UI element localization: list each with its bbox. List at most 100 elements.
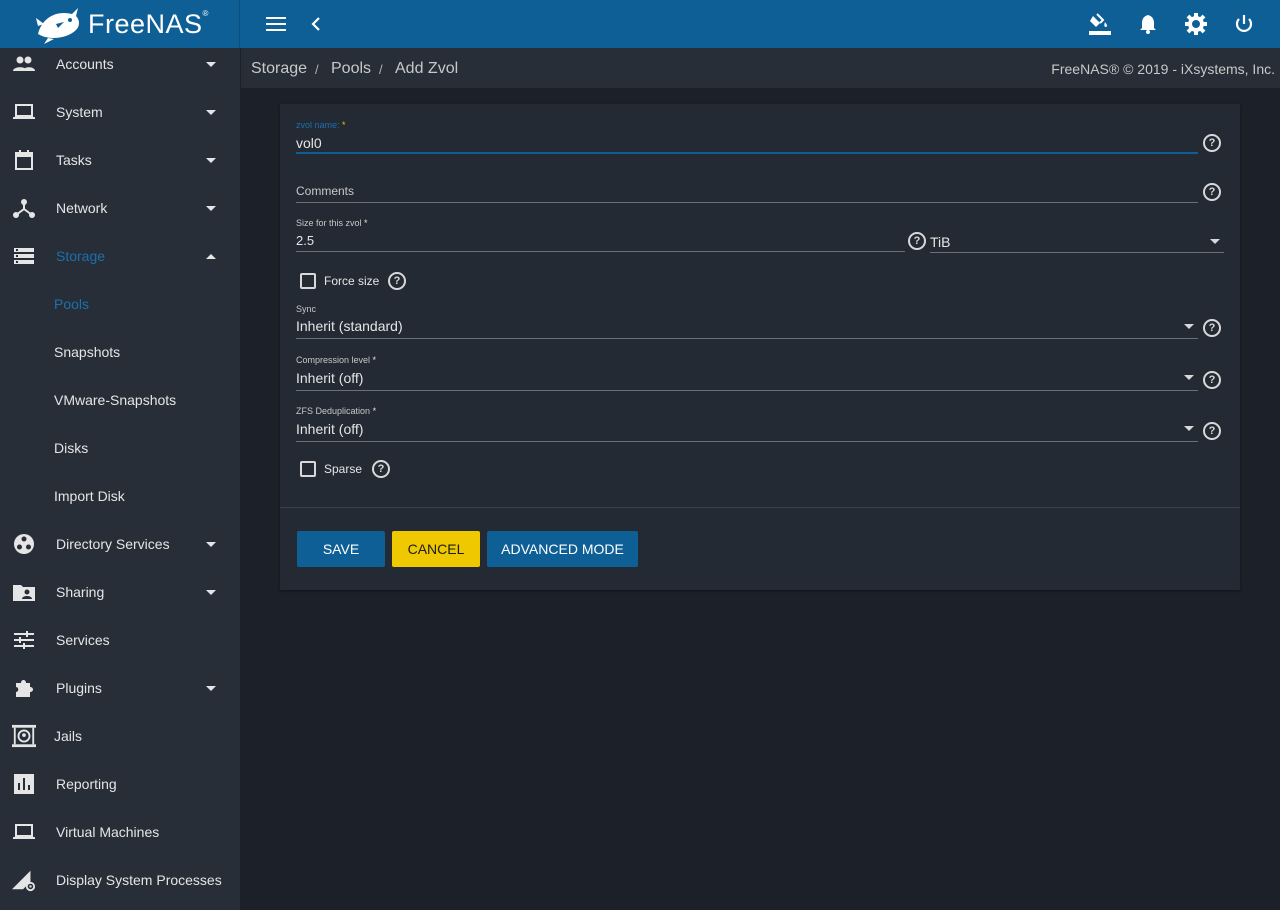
folder-shared-icon <box>12 580 36 604</box>
sidebar-subitem-disks[interactable]: Disks <box>0 424 240 472</box>
add-zvol-form: zvol name: * vol0 ? Comments ? Size for … <box>280 104 1240 590</box>
sidebar-subitem-vmware-snapshots[interactable]: VMware-Snapshots <box>0 376 240 424</box>
sidebar-item-reporting[interactable]: Reporting <box>0 760 240 808</box>
menu-icon[interactable] <box>264 12 288 36</box>
help-icon[interactable]: ? <box>372 460 390 478</box>
comments-input[interactable]: Comments <box>296 184 354 198</box>
size-unit-select[interactable]: TiB <box>930 234 950 250</box>
sidebar-item-label: Network <box>56 200 108 216</box>
processes-icon <box>12 868 36 892</box>
advanced-mode-button[interactable]: ADVANCED MODE <box>487 531 638 567</box>
people-icon <box>12 52 36 76</box>
sidebar-item-display-system-processes[interactable]: Display System Processes <box>0 856 240 904</box>
form-divider <box>280 507 1240 508</box>
sidebar-item-label: Display System Processes <box>56 872 222 888</box>
help-icon[interactable]: ? <box>1203 183 1221 201</box>
jail-icon <box>12 724 36 748</box>
breadcrumb-pools[interactable]: Pools <box>331 60 371 78</box>
breadcrumb-storage[interactable]: Storage <box>251 60 307 78</box>
caret-down-icon <box>206 157 216 163</box>
help-icon[interactable]: ? <box>1203 134 1221 152</box>
theme-paint-icon[interactable] <box>1088 12 1112 36</box>
sidebar-subitem-label: Pools <box>54 296 90 312</box>
sidebar-item-tasks[interactable]: Tasks <box>0 136 240 184</box>
sync-select[interactable]: Inherit (standard) <box>296 318 403 334</box>
save-button[interactable]: SAVE <box>297 531 385 567</box>
chevron-down-icon[interactable] <box>1210 239 1220 244</box>
sparse-label: Sparse <box>324 462 363 476</box>
compression-label: Compression level * <box>296 355 377 365</box>
force-size-label: Force size <box>324 274 380 288</box>
caret-down-icon <box>206 109 216 115</box>
sidebar-subitem-label: Disks <box>54 440 89 456</box>
sidebar-item-label: Accounts <box>56 56 114 72</box>
sidebar-item-system[interactable]: System <box>0 88 240 136</box>
chevron-down-icon[interactable] <box>1184 426 1194 431</box>
sidebar-item-virtual-machines[interactable]: Virtual Machines <box>0 808 240 856</box>
laptop-icon <box>12 100 36 124</box>
chevron-down-icon[interactable] <box>1184 324 1194 329</box>
sidebar-subitem-label: VMware-Snapshots <box>54 392 177 408</box>
sidebar-item-label: Services <box>56 632 110 648</box>
dedup-label: ZFS Deduplication * <box>296 406 377 416</box>
logo[interactable]: FreeNAS® <box>0 0 240 48</box>
chevron-left-icon[interactable] <box>304 12 328 36</box>
computer-icon <box>12 820 36 844</box>
help-icon[interactable]: ? <box>908 232 926 250</box>
caret-up-icon <box>206 253 216 259</box>
sparse-checkbox[interactable] <box>300 461 316 477</box>
sidebar-item-network[interactable]: Network <box>0 184 240 232</box>
size-underline <box>296 251 905 252</box>
calendar-icon <box>12 148 36 172</box>
compression-select[interactable]: Inherit (off) <box>296 370 363 386</box>
sidebar-item-label: System <box>56 104 103 120</box>
dedup-underline <box>296 441 1198 442</box>
caret-down-icon <box>206 541 216 547</box>
help-icon[interactable]: ? <box>1203 319 1221 337</box>
sidebar-subitem-snapshots[interactable]: Snapshots <box>0 328 240 376</box>
sidebar-item-directory-services[interactable]: Directory Services <box>0 520 240 568</box>
freenas-logo-icon <box>36 8 79 44</box>
sidebar-item-accounts[interactable]: Accounts <box>0 48 240 88</box>
chevron-down-icon[interactable] <box>1184 375 1194 380</box>
breadcrumb-current: Add Zvol <box>395 60 459 77</box>
sidebar-item-plugins[interactable]: Plugins <box>0 664 240 712</box>
sidebar-subitem-label: Import Disk <box>54 488 125 504</box>
zvol-name-input[interactable]: vol0 <box>296 135 322 151</box>
bell-icon[interactable] <box>1136 12 1160 36</box>
logo-text: FreeNAS® <box>88 8 209 39</box>
gear-icon[interactable] <box>1184 12 1208 36</box>
sidebar-item-label: Jails <box>54 728 83 744</box>
sidebar-item-label: Storage <box>56 248 106 264</box>
cancel-button[interactable]: CANCEL <box>392 531 480 567</box>
top-bar: FreeNAS® <box>0 0 1280 48</box>
sidebar-subitem-pools[interactable]: Pools <box>0 280 240 328</box>
help-icon[interactable]: ? <box>388 272 406 290</box>
sidebar-subitem-import-disk[interactable]: Import Disk <box>0 472 240 520</box>
size-input[interactable]: 2.5 <box>296 233 314 248</box>
puzzle-icon <box>12 676 36 700</box>
comments-underline <box>296 202 1198 203</box>
sidebar-item-storage[interactable]: Storage <box>0 232 240 280</box>
sidebar-item-jails[interactable]: Jails <box>0 712 240 760</box>
breadcrumb-separator: / <box>315 62 319 77</box>
caret-down-icon <box>206 61 216 67</box>
sidebar-subitem-label: Snapshots <box>54 344 121 360</box>
sync-underline <box>296 338 1198 339</box>
sidebar-item-label: Sharing <box>56 584 105 600</box>
sidebar-item-label: Reporting <box>56 776 117 792</box>
help-icon[interactable]: ? <box>1203 371 1221 389</box>
caret-down-icon <box>206 685 216 691</box>
sidebar-item-sharing[interactable]: Sharing <box>0 568 240 616</box>
network-icon <box>12 196 36 220</box>
size-unit-underline <box>930 252 1224 253</box>
sidebar-item-services[interactable]: Services <box>0 616 240 664</box>
sync-label: Sync <box>296 304 317 314</box>
help-icon[interactable]: ? <box>1203 422 1221 440</box>
force-size-checkbox[interactable] <box>300 273 316 289</box>
power-icon[interactable] <box>1232 12 1256 36</box>
tune-icon <box>12 628 36 652</box>
dedup-select[interactable]: Inherit (off) <box>296 421 363 437</box>
storage-icon <box>12 244 36 268</box>
sidebar: Accounts System Tasks Network Storage Po… <box>0 48 240 910</box>
